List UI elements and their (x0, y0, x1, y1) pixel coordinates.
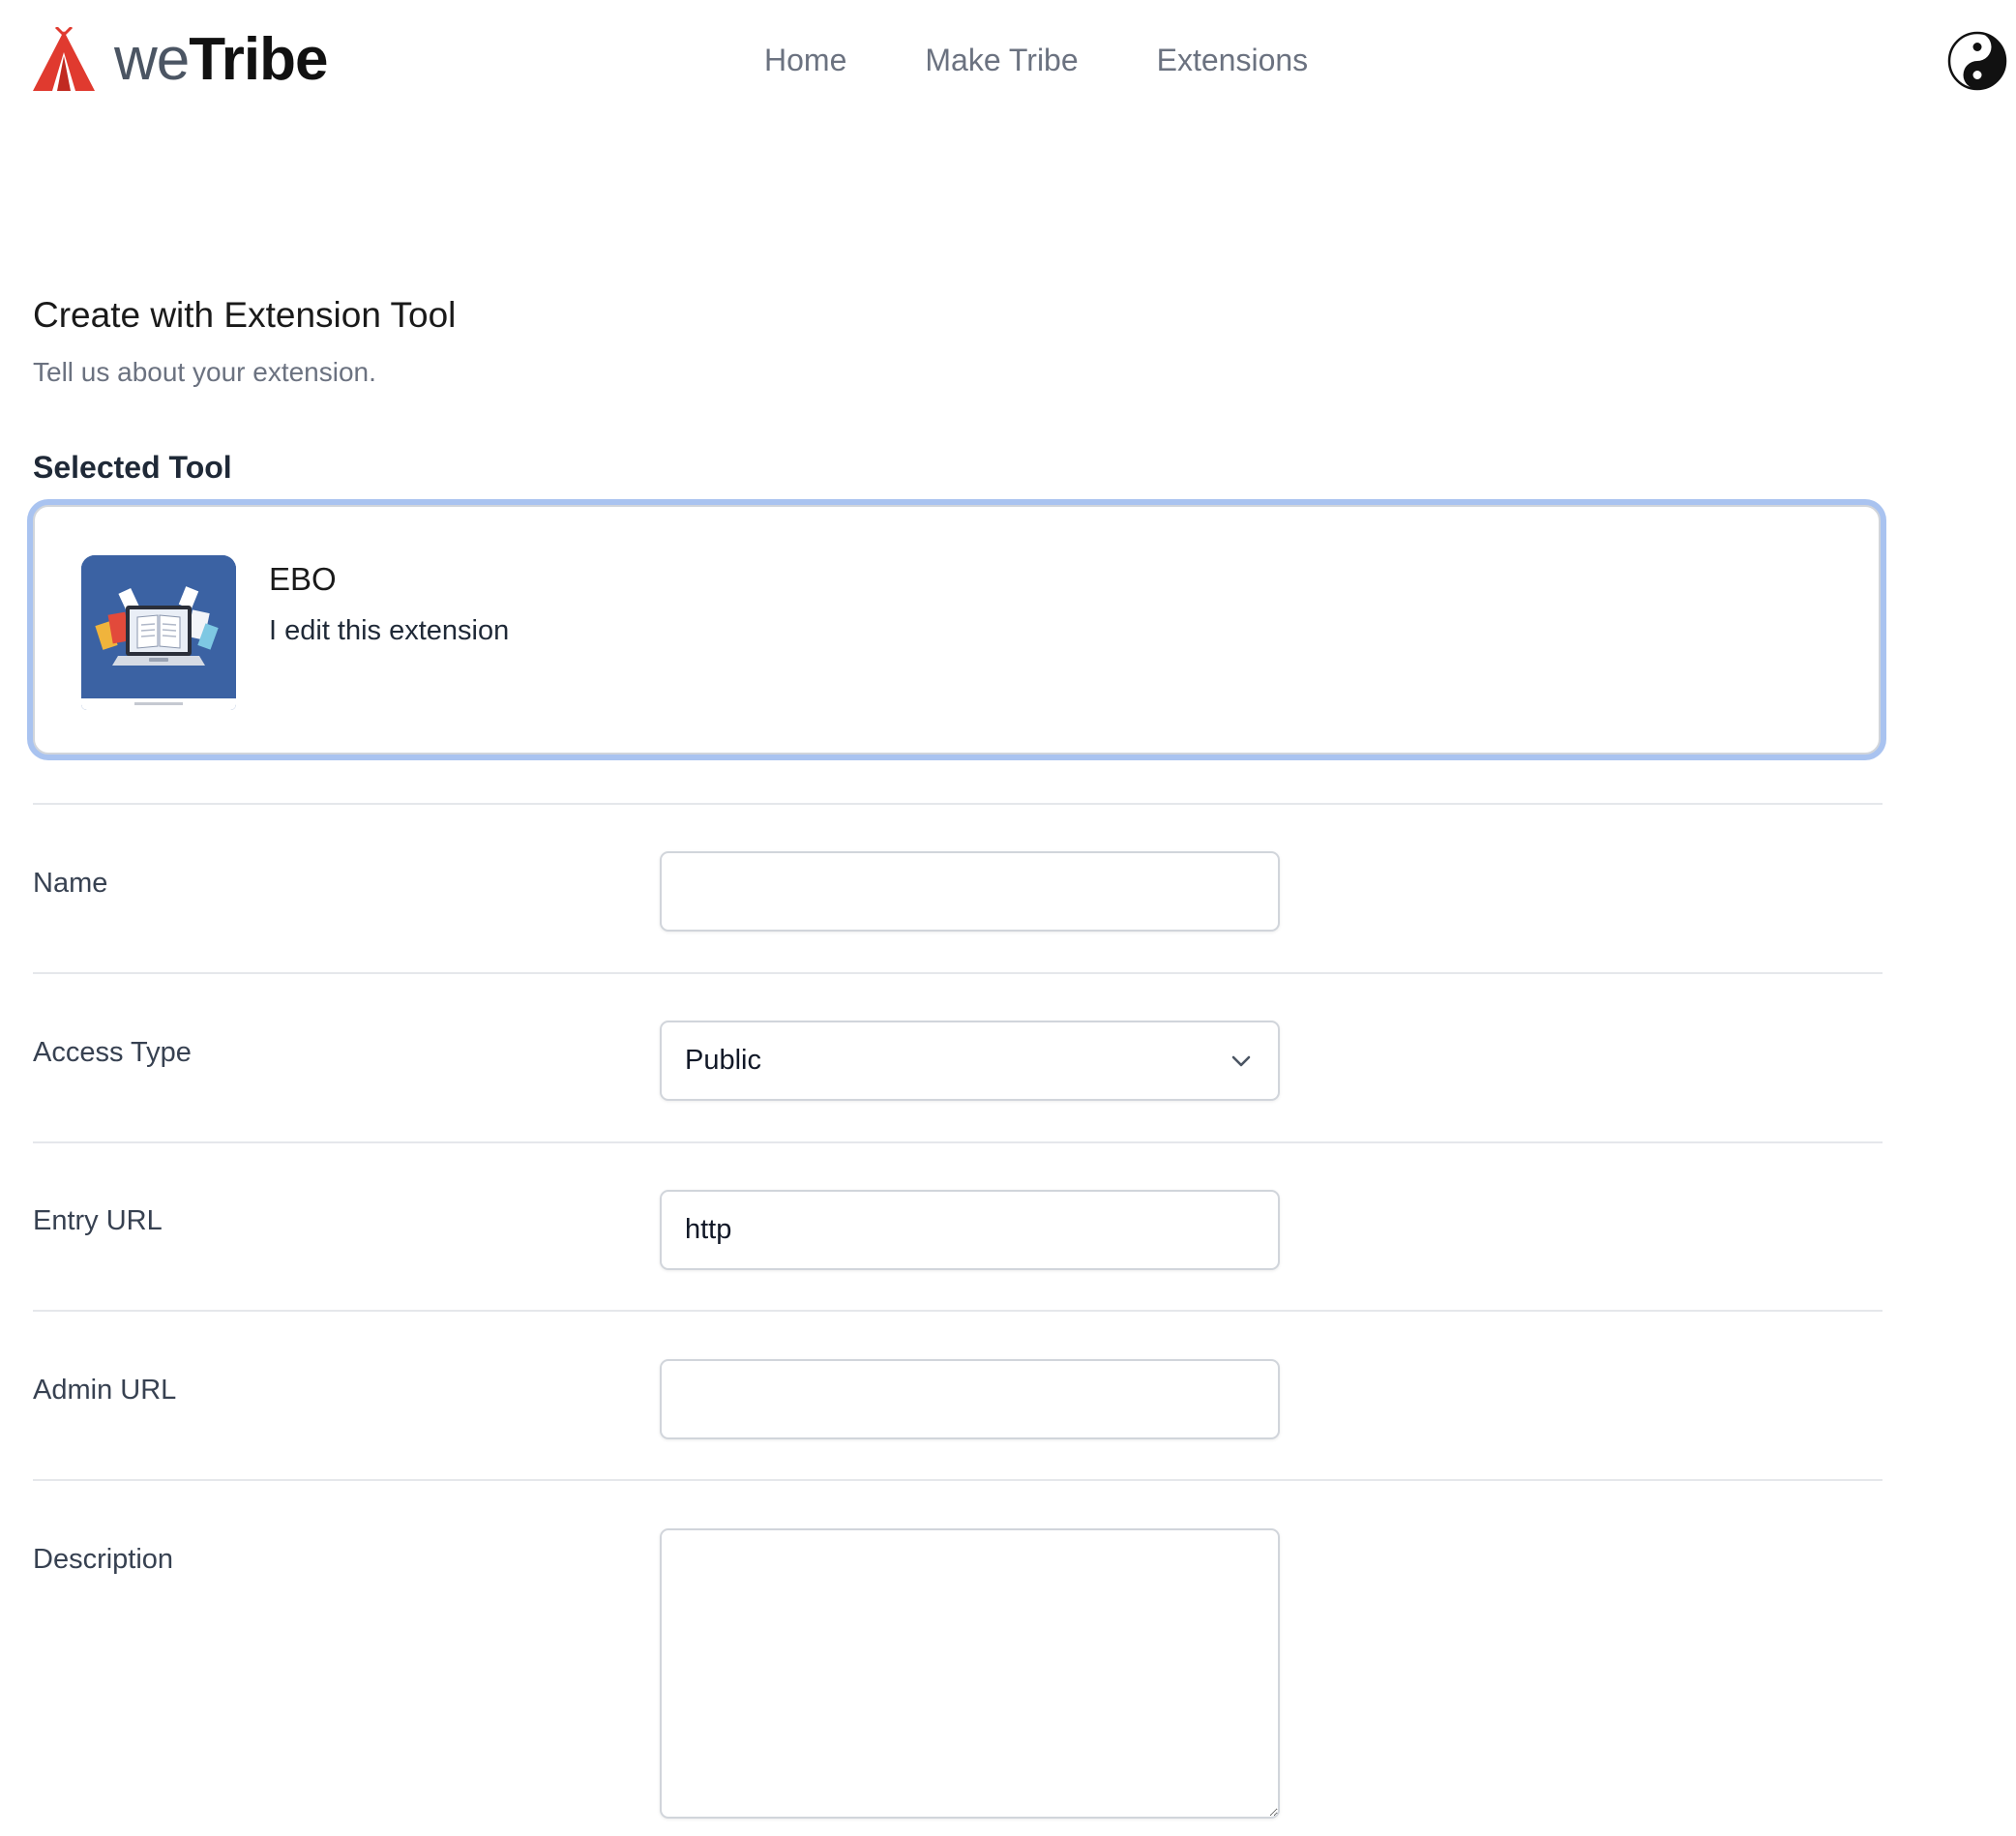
yin-yang-icon (1947, 31, 2007, 91)
theme-toggle-button[interactable] (1947, 31, 2007, 91)
logo-text-light: we (114, 26, 190, 93)
access-type-label: Access Type (33, 1037, 192, 1068)
wetribe-logo[interactable]: weTribe (33, 27, 328, 93)
description-label: Description (33, 1544, 174, 1575)
access-type-value: Public (685, 1045, 761, 1076)
logo-text-bold: Tribe (189, 26, 328, 93)
form-divider (33, 803, 1883, 805)
selected-tool-card[interactable]: EBO I edit this extension (33, 505, 1881, 755)
tool-thumbnail (81, 555, 236, 710)
description-textarea[interactable] (660, 1528, 1280, 1819)
nav-extensions[interactable]: Extensions (1157, 37, 1309, 83)
form-divider (33, 1479, 1883, 1481)
page-subtitle: Tell us about your extension. (33, 357, 376, 387)
nav-home[interactable]: Home (764, 37, 846, 83)
chevron-down-icon (1231, 1055, 1251, 1066)
access-type-select[interactable]: Public (660, 1021, 1280, 1101)
main-nav: Home Make Tribe Extensions (764, 37, 1308, 83)
name-input[interactable] (660, 851, 1280, 932)
laptop-books-icon (81, 555, 236, 710)
selected-tool-heading: Selected Tool (33, 450, 232, 485)
top-header: weTribe Home Make Tribe Extensions (0, 0, 2016, 121)
page-title: Create with Extension Tool (33, 295, 457, 335)
tool-name: EBO (269, 561, 337, 597)
form-divider (33, 1141, 1883, 1143)
form-divider (33, 1310, 1883, 1312)
form-divider (33, 972, 1883, 974)
name-label: Name (33, 868, 108, 899)
admin-url-label: Admin URL (33, 1375, 177, 1406)
tool-description: I edit this extension (269, 615, 510, 646)
tent-logo-icon (33, 27, 95, 91)
entry-url-label: Entry URL (33, 1205, 163, 1236)
admin-url-input[interactable] (660, 1359, 1280, 1439)
logo-text: weTribe (114, 30, 328, 90)
entry-url-input[interactable] (660, 1190, 1280, 1270)
nav-make-tribe[interactable]: Make Tribe (925, 37, 1078, 83)
